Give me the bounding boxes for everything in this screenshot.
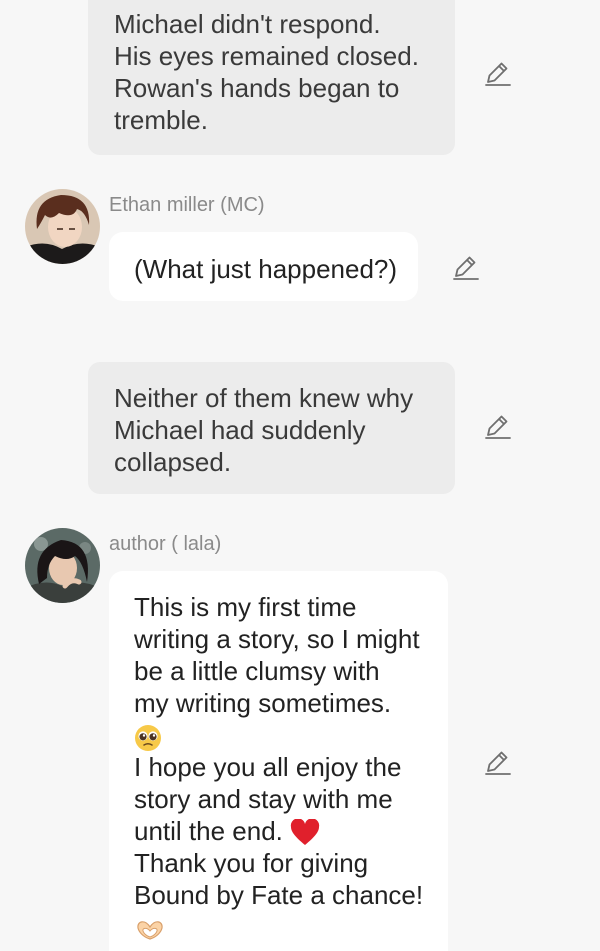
character-bubble: This is my first time writing a story, s… bbox=[109, 571, 448, 951]
message-line: writing a story, so I might bbox=[134, 624, 420, 654]
pencil-edit-icon bbox=[485, 62, 511, 86]
speaker-name: author ( lala) bbox=[109, 533, 222, 555]
edit-message-button[interactable] bbox=[483, 412, 513, 442]
narration-bubble: Michael didn't respond. His eyes remaine… bbox=[88, 0, 455, 155]
message-line: I hope you all enjoy the bbox=[134, 752, 402, 782]
message-line: my writing sometimes. bbox=[134, 688, 392, 718]
narration-text: Neither of them knew why Michael had sud… bbox=[114, 383, 414, 477]
edit-message-button[interactable] bbox=[483, 59, 513, 89]
pleading-face-emoji bbox=[134, 719, 448, 752]
pencil-edit-icon bbox=[485, 415, 511, 439]
message-line: This is my first time bbox=[134, 592, 357, 622]
character-bubble: (What just happened?) bbox=[109, 232, 418, 301]
pencil-edit-icon bbox=[453, 256, 479, 280]
message-line: Thank you for giving bbox=[134, 848, 369, 879]
message-line-with-emoji: until the end. bbox=[134, 815, 448, 847]
heart-hands-emoji bbox=[134, 911, 448, 943]
narration-text: Michael didn't respond. His eyes remaine… bbox=[114, 9, 419, 135]
message-text: (What just happened?) bbox=[134, 254, 398, 284]
pencil-edit-icon bbox=[485, 751, 511, 775]
speaker-name: Ethan miller (MC) bbox=[109, 194, 265, 216]
edit-message-button[interactable] bbox=[451, 253, 481, 283]
avatar-author[interactable] bbox=[25, 528, 100, 603]
red-heart-emoji bbox=[290, 819, 320, 846]
narration-bubble: Neither of them knew why Michael had sud… bbox=[88, 362, 455, 494]
avatar-ethan[interactable] bbox=[25, 189, 100, 264]
message-line: be a little clumsy with bbox=[134, 656, 380, 686]
message-line: story and stay with me bbox=[134, 784, 393, 814]
message-line: until the end. bbox=[134, 816, 283, 846]
message-line: Bound by Fate a chance! bbox=[134, 880, 424, 911]
edit-message-button[interactable] bbox=[483, 748, 513, 778]
